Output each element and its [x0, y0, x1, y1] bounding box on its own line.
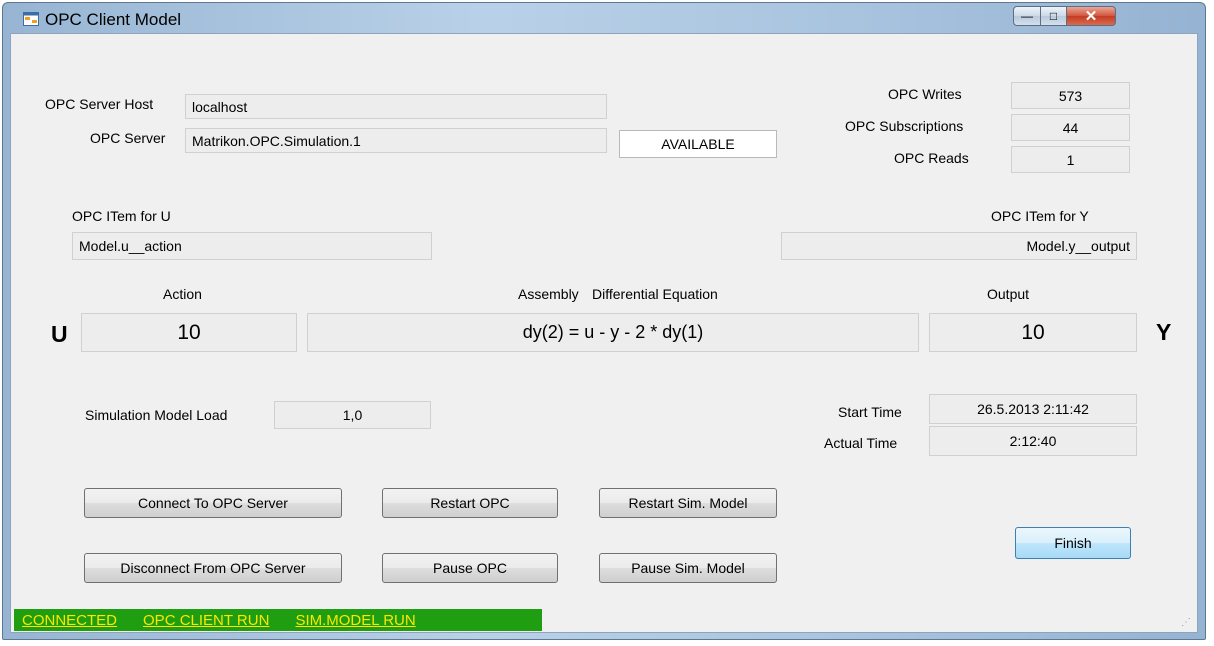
start-time-value: 26.5.2013 2:11:42	[929, 394, 1137, 424]
disconnect-button[interactable]: Disconnect From OPC Server	[84, 553, 342, 583]
server-host-field[interactable]: localhost	[185, 94, 607, 119]
main-window: OPC Client Model — □ ✕ OPC Server Host l…	[2, 2, 1206, 640]
status-connected[interactable]: CONNECTED	[22, 612, 117, 629]
start-time-label: Start Time	[838, 404, 902, 420]
y-item-field[interactable]: Model.y__output	[781, 232, 1137, 260]
y-letter: Y	[1156, 319, 1172, 345]
writes-label: OPC Writes	[888, 86, 962, 102]
server-label: OPC Server	[90, 130, 166, 146]
u-item-label: OPC ITem for U	[72, 208, 171, 224]
load-value: 1,0	[274, 401, 431, 429]
restart-opc-button[interactable]: Restart OPC	[382, 488, 558, 518]
client-area: OPC Server Host localhost OPC Server Mat…	[10, 33, 1198, 633]
subscriptions-count: 44	[1011, 114, 1130, 141]
reads-count: 1	[1011, 146, 1130, 173]
status-model-run[interactable]: SIM.MODEL RUN	[295, 612, 415, 629]
pause-sim-button[interactable]: Pause Sim. Model	[599, 553, 777, 583]
server-host-label: OPC Server Host	[45, 96, 154, 112]
close-icon: ✕	[1084, 8, 1098, 25]
subscriptions-label: OPC Subscriptions	[845, 118, 964, 134]
title-bar[interactable]: OPC Client Model — □ ✕	[3, 3, 1205, 33]
availability-status: AVAILABLE	[619, 130, 777, 158]
minimize-icon: —	[1021, 9, 1033, 23]
y-item-label: OPC ITem for Y	[991, 208, 1089, 224]
minimize-button[interactable]: —	[1013, 6, 1041, 26]
finish-button[interactable]: Finish	[1015, 527, 1131, 559]
equation-label-assembly: Assembly	[518, 286, 579, 302]
u-letter: U	[51, 321, 68, 347]
reads-label: OPC Reads	[894, 150, 969, 166]
server-field[interactable]: Matrikon.OPC.Simulation.1	[185, 128, 607, 153]
equation-label-differential: Differential Equation	[592, 286, 718, 302]
output-value: 10	[929, 313, 1137, 352]
actual-time-value: 2:12:40	[929, 426, 1137, 456]
resize-grip-icon[interactable]: ⋰	[1181, 617, 1191, 628]
close-button[interactable]: ✕	[1066, 6, 1116, 26]
output-label: Output	[987, 286, 1030, 302]
actual-time-label: Actual Time	[824, 435, 898, 451]
status-strip: CONNECTED OPC CLIENT RUN SIM.MODEL RUN	[14, 609, 542, 631]
u-item-field[interactable]: Model.u__action	[72, 232, 432, 260]
load-label: Simulation Model Load	[85, 407, 228, 423]
status-client-run[interactable]: OPC CLIENT RUN	[143, 612, 269, 629]
maximize-icon: □	[1049, 9, 1058, 23]
action-value: 10	[81, 313, 297, 352]
connect-button[interactable]: Connect To OPC Server	[84, 488, 342, 518]
app-window-icon	[23, 12, 39, 26]
restart-sim-button[interactable]: Restart Sim. Model	[599, 488, 777, 518]
maximize-button[interactable]: □	[1040, 6, 1067, 26]
action-label: Action	[163, 286, 202, 302]
status-bar: CONNECTED OPC CLIENT RUN SIM.MODEL RUN ⋰	[11, 608, 1197, 632]
pause-opc-button[interactable]: Pause OPC	[382, 553, 558, 583]
writes-count: 573	[1011, 82, 1130, 109]
equation-display: dy(2) = u - y - 2 * dy(1)	[307, 313, 919, 352]
window-title: OPC Client Model	[45, 10, 182, 29]
